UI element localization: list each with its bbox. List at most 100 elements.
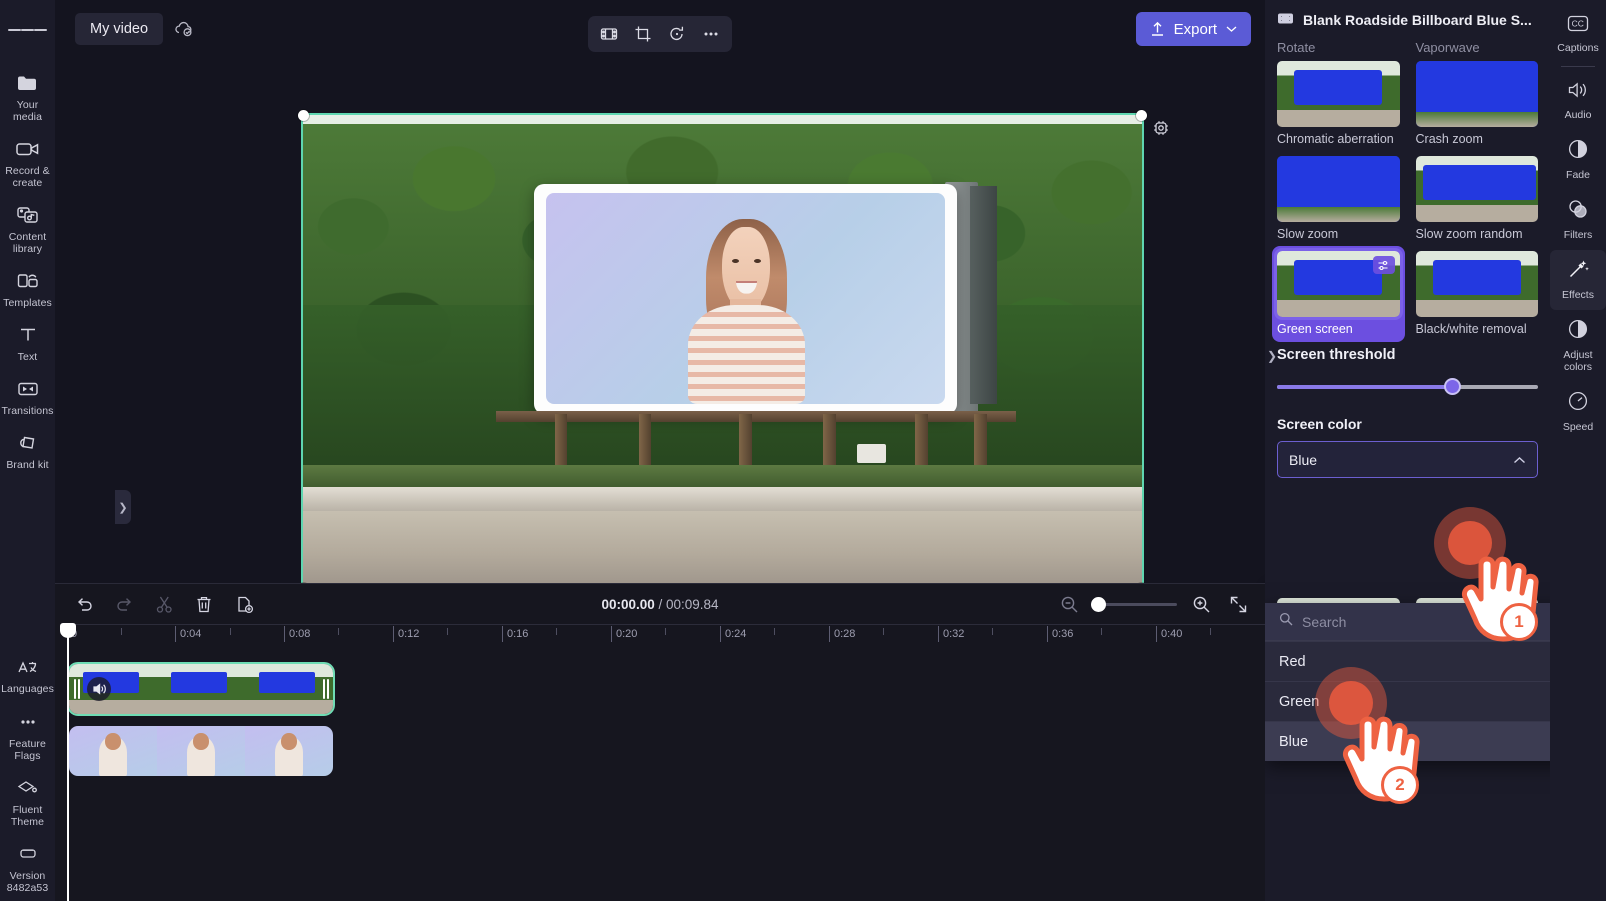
- sidebar-item-brand-kit[interactable]: Brand kit: [0, 424, 55, 478]
- sidebar-item-version[interactable]: Version 8482a53: [0, 835, 55, 901]
- clip-audio-icon[interactable]: [87, 677, 111, 701]
- tab-captions[interactable]: CC Captions: [1550, 6, 1606, 63]
- chevron-right-icon[interactable]: ❯: [1267, 349, 1277, 363]
- sidebar-item-feature-flags[interactable]: Feature Flags: [0, 703, 55, 769]
- tab-adjust-colors[interactable]: Adjust colors: [1550, 310, 1606, 382]
- resize-handle-top-left[interactable]: [298, 110, 309, 121]
- sidebar-item-languages[interactable]: Languages: [0, 648, 55, 703]
- sidebar-label: Your media: [12, 99, 43, 123]
- video-clip-woman[interactable]: [69, 726, 333, 776]
- zoom-in-icon[interactable]: [1188, 591, 1214, 617]
- sidebar-item-your-media[interactable]: Your media: [0, 64, 55, 130]
- tab-speed[interactable]: Speed: [1550, 382, 1606, 442]
- templates-icon: [16, 268, 40, 294]
- speaker-icon: [1566, 80, 1590, 105]
- road: [303, 510, 1142, 589]
- effect-label: Slow zoom: [1277, 227, 1339, 241]
- trash-icon[interactable]: [191, 591, 217, 617]
- split-frames-icon[interactable]: [594, 20, 624, 48]
- redo-icon[interactable]: [111, 591, 137, 617]
- filters-icon: [1567, 198, 1589, 225]
- ruler-label: 0:20: [616, 628, 638, 640]
- export-button[interactable]: Export: [1135, 12, 1251, 46]
- sidebar-item-text[interactable]: Text: [0, 316, 55, 370]
- tab-audio[interactable]: Audio: [1550, 72, 1606, 130]
- fade-icon: [1567, 138, 1589, 165]
- effect-label: Chromatic aberration: [1277, 132, 1394, 146]
- slider-fill: [1277, 385, 1455, 389]
- expand-left-panel-button[interactable]: ❯: [115, 490, 131, 524]
- effect-thumbnail: [1415, 156, 1538, 222]
- tab-filters[interactable]: Filters: [1550, 190, 1606, 250]
- chevron-up-icon[interactable]: [1513, 452, 1526, 468]
- effect-green-screen[interactable]: Green screen: [1272, 246, 1405, 342]
- effect-chromatic-aberration[interactable]: Chromatic aberration: [1277, 61, 1400, 147]
- tab-label: Filters: [1563, 229, 1593, 241]
- tab-fade[interactable]: Fade: [1550, 130, 1606, 190]
- timeline-tracks: [55, 648, 1265, 782]
- screen-color-dropdown[interactable]: Blue: [1277, 441, 1538, 478]
- resize-handle-top-right[interactable]: [1136, 110, 1147, 121]
- effect-label: Black/white removal: [1415, 322, 1527, 336]
- scissors-icon[interactable]: [151, 591, 177, 617]
- undo-icon[interactable]: [71, 591, 97, 617]
- gear-icon[interactable]: [1151, 118, 1171, 138]
- ruler-label: 0:12: [398, 628, 420, 640]
- zoom-slider-knob[interactable]: [1091, 596, 1106, 612]
- project-name-field[interactable]: My video: [75, 13, 164, 45]
- more-options-icon[interactable]: [696, 20, 726, 48]
- effect-crash-zoom[interactable]: Crash zoom: [1415, 61, 1538, 147]
- rotate-icon[interactable]: [662, 20, 692, 48]
- cc-icon: CC: [1566, 14, 1590, 38]
- canvas-toolbar: [588, 16, 732, 52]
- sidebar-item-content-library[interactable]: Content library: [0, 196, 55, 262]
- effects-header-rotate: Rotate: [1277, 40, 1316, 55]
- duplicate-icon[interactable]: [231, 591, 257, 617]
- timeline-zoom-controls: [1056, 591, 1251, 617]
- sidebar-item-fluent-theme[interactable]: Fluent Theme: [0, 769, 55, 835]
- ruler-label: 0:08: [289, 628, 311, 640]
- effect-slow-zoom-random[interactable]: Slow zoom random: [1415, 156, 1538, 242]
- effect-slow-zoom[interactable]: Slow zoom: [1277, 156, 1400, 242]
- zoom-out-icon[interactable]: [1056, 591, 1082, 617]
- total-time: / 00:09.84: [658, 596, 719, 612]
- timeline-zoom-slider[interactable]: [1091, 596, 1177, 612]
- dropdown-option-green[interactable]: Green: [1265, 681, 1550, 721]
- effect-thumbnail: [1277, 156, 1400, 222]
- playhead[interactable]: [60, 623, 76, 901]
- slider-knob[interactable]: [1444, 378, 1462, 395]
- tab-label: Speed: [1562, 421, 1594, 433]
- video-canvas[interactable]: [301, 113, 1144, 591]
- sidebar-label: Version 8482a53: [6, 870, 49, 894]
- version-icon: [16, 841, 40, 867]
- clip-thumbnails: [69, 726, 333, 776]
- clip-trim-handle-left[interactable]: [72, 678, 81, 700]
- timeline-ruler[interactable]: 0 0:04 0:08 0:12 0:16 0:20 0:24: [60, 623, 1265, 901]
- dropdown-option-blue[interactable]: Blue: [1265, 721, 1550, 761]
- time-display: 00:00.00 / 00:09.84: [601, 597, 718, 612]
- dropdown-option-red[interactable]: Red: [1265, 641, 1550, 681]
- text-icon: [17, 322, 39, 348]
- effect-settings-icon[interactable]: [1372, 256, 1395, 274]
- screen-threshold-title: Screen threshold: [1277, 347, 1396, 363]
- clip-thumbnail: [69, 664, 157, 714]
- video-clip-billboard[interactable]: [67, 662, 335, 716]
- tab-effects[interactable]: Effects: [1550, 250, 1606, 310]
- sidebar-item-templates[interactable]: Templates: [0, 262, 55, 316]
- playhead-handle[interactable]: [60, 623, 76, 638]
- effect-black-white-removal[interactable]: Black/white removal: [1415, 251, 1538, 337]
- clip-thumbnail: [245, 726, 333, 776]
- screen-threshold-section: ❯ Screen threshold Screen color Blue: [1265, 337, 1550, 478]
- hamburger-menu-icon[interactable]: [7, 10, 48, 50]
- ruler-label: 0:40: [1161, 628, 1183, 640]
- sidebar-label: Feature Flags: [9, 738, 46, 762]
- sidebar-item-record-create[interactable]: Record & create: [0, 130, 55, 196]
- striped-shirt: [687, 304, 806, 405]
- fit-timeline-icon[interactable]: [1225, 591, 1251, 617]
- sidebar-item-transitions[interactable]: Transitions: [0, 370, 55, 424]
- clip-trim-handle-right[interactable]: [321, 678, 330, 700]
- screen-threshold-slider[interactable]: [1277, 378, 1538, 395]
- track-row-1: [67, 662, 1265, 720]
- crop-icon[interactable]: [628, 20, 658, 48]
- clipchamp-editor: Your media Record & create Content libra…: [0, 0, 1606, 901]
